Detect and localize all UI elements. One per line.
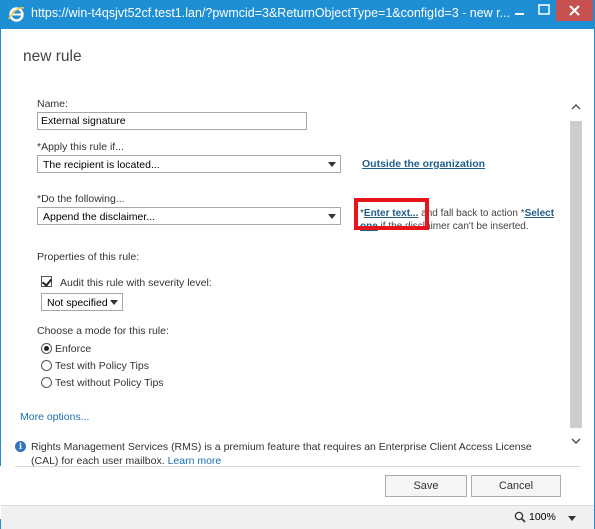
- radio-enforce[interactable]: [41, 343, 52, 354]
- name-label: Name:: [37, 98, 68, 110]
- more-options-link[interactable]: More options...: [20, 411, 89, 423]
- action-value: Append the disclaimer...: [43, 211, 156, 223]
- chevron-down-icon[interactable]: [571, 436, 581, 446]
- minimize-icon: [515, 13, 524, 15]
- internet-explorer-icon: [8, 7, 25, 22]
- window-border: [0, 29, 1, 529]
- chevron-down-icon[interactable]: [568, 516, 576, 521]
- zoom-icon[interactable]: [514, 511, 526, 523]
- maximize-icon: [538, 4, 550, 15]
- cancel-button[interactable]: Cancel: [471, 475, 561, 497]
- audit-checkbox[interactable]: [41, 276, 53, 287]
- radio-test-without-policy-tips[interactable]: [41, 377, 52, 388]
- name-input[interactable]: External signature: [37, 112, 307, 130]
- fallback-text: and fall back to action *: [418, 208, 525, 219]
- maximize-button[interactable]: [532, 0, 558, 21]
- apply-rule-label: *Apply this rule if...: [37, 141, 124, 153]
- chevron-down-icon: [328, 162, 336, 167]
- severity-select[interactable]: Not specified: [41, 293, 123, 311]
- audit-label: Audit this rule with severity level:: [60, 277, 212, 289]
- chevron-down-icon: [328, 214, 336, 219]
- rms-info-text: Rights Management Services (RMS) is a pr…: [31, 441, 532, 467]
- mode-label: Choose a mode for this rule:: [37, 325, 169, 337]
- scrollbar-thumb[interactable]: [570, 121, 582, 428]
- footer-divider: [15, 466, 580, 467]
- rms-info: Rights Management Services (RMS) is a pr…: [31, 440, 561, 468]
- outside-organization-link[interactable]: Outside the organization: [362, 158, 485, 170]
- close-button[interactable]: [556, 0, 593, 21]
- checkmark-icon: [41, 276, 53, 287]
- mode-test-without-tips-label: Test without Policy Tips: [55, 377, 164, 389]
- name-input-value: External signature: [41, 115, 126, 127]
- chevron-down-icon: [110, 300, 118, 305]
- highlight-box: [354, 198, 429, 230]
- select-action-link[interactable]: Select: [525, 208, 554, 219]
- minimize-button[interactable]: [506, 0, 532, 21]
- zoom-level[interactable]: 100%: [529, 511, 556, 523]
- close-icon: [569, 5, 580, 16]
- apply-condition-select[interactable]: The recipient is located...: [37, 155, 341, 173]
- info-icon: i: [15, 441, 26, 452]
- page-title: new rule: [23, 48, 82, 65]
- action-select[interactable]: Append the disclaimer...: [37, 207, 341, 225]
- vertical-scrollbar[interactable]: [569, 100, 583, 450]
- window-title: https://win-t4qsjvt52cf.test1.lan/?pwmci…: [31, 6, 511, 20]
- apply-condition-value: The recipient is located...: [43, 159, 160, 171]
- do-following-label: *Do the following...: [37, 193, 125, 205]
- mode-enforce-label: Enforce: [55, 343, 92, 355]
- status-bar: 100%: [1, 505, 594, 529]
- radio-test-with-policy-tips[interactable]: [41, 360, 52, 371]
- save-button[interactable]: Save: [385, 475, 467, 497]
- severity-value: Not specified: [47, 297, 108, 309]
- mode-test-with-tips-label: Test with Policy Tips: [55, 360, 149, 372]
- chevron-up-icon[interactable]: [571, 102, 581, 112]
- window-titlebar: https://win-t4qsjvt52cf.test1.lan/?pwmci…: [0, 0, 595, 29]
- properties-label: Properties of this rule:: [37, 251, 140, 263]
